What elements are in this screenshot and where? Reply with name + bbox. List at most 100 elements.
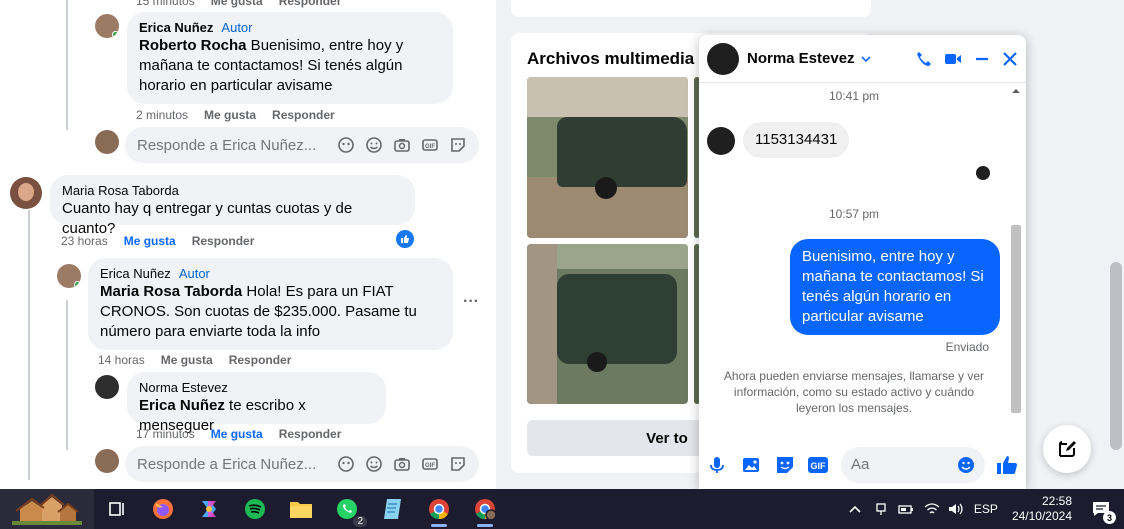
online-dot xyxy=(74,281,81,288)
photo-attach-icon[interactable] xyxy=(741,455,761,475)
gif-icon[interactable]: GIF xyxy=(807,455,829,475)
comment-author[interactable]: Maria Rosa Taborda xyxy=(62,183,179,199)
avatar-sticker-icon[interactable] xyxy=(336,136,355,155)
message-input[interactable] xyxy=(841,446,985,483)
camera-icon[interactable] xyxy=(392,455,411,474)
emoji-icon[interactable] xyxy=(364,136,383,155)
sticker-icon[interactable] xyxy=(448,455,467,474)
start-button[interactable] xyxy=(0,489,94,529)
like-link[interactable]: Me gusta xyxy=(161,353,213,367)
comment-bubble: Erica Nuñez Autor Maria Rosa Taborda Hola… xyxy=(88,258,453,350)
emoji-icon[interactable] xyxy=(957,456,975,474)
online-dot xyxy=(112,31,119,38)
reply-input[interactable] xyxy=(137,136,327,154)
like-link[interactable]: Me gusta xyxy=(211,0,263,8)
avatar[interactable] xyxy=(95,375,119,399)
reply-input[interactable] xyxy=(137,455,327,473)
emoji-icon[interactable] xyxy=(364,455,383,474)
mention-link[interactable]: Erica Nuñez xyxy=(139,397,225,414)
reply-link[interactable]: Responder xyxy=(192,234,255,248)
chat-scrollbar-thumb[interactable] xyxy=(1011,225,1021,413)
reply-link[interactable]: Responder xyxy=(272,108,335,122)
like-link[interactable]: Me gusta xyxy=(204,108,256,122)
chat-message-list[interactable]: 10:41 pm 1153134431 10:57 pm Buenisimo, … xyxy=(699,83,1026,440)
incoming-message[interactable]: 1153134431 xyxy=(743,122,850,158)
avatar[interactable] xyxy=(95,14,119,38)
message-text-field[interactable] xyxy=(851,456,947,473)
reply-box[interactable]: GIF xyxy=(125,127,479,163)
page-scrollbar[interactable] xyxy=(1108,0,1124,489)
comment-author[interactable]: Norma Estevez xyxy=(139,380,228,396)
notepad-taskbar-app[interactable] xyxy=(375,491,411,527)
firefox-icon xyxy=(153,499,173,519)
sticker-icon[interactable] xyxy=(448,136,467,155)
view-all-button[interactable]: Ver to xyxy=(527,420,707,456)
clock-time: 22:58 xyxy=(1041,494,1072,508)
scroll-up-icon[interactable] xyxy=(1009,86,1023,96)
battery-icon[interactable] xyxy=(898,502,914,516)
reply-link[interactable]: Responder xyxy=(279,427,342,441)
microphone-icon[interactable] xyxy=(707,455,727,475)
like-link[interactable]: Me gusta xyxy=(211,427,263,441)
firefox-taskbar-app[interactable] xyxy=(145,491,181,527)
chevron-up-icon[interactable] xyxy=(848,502,862,516)
more-options-icon[interactable]: ··· xyxy=(463,293,479,311)
outgoing-message[interactable]: Buenisimo, entre hoy y mañana te contact… xyxy=(790,239,1000,335)
task-view-button[interactable] xyxy=(99,491,135,527)
reply-link[interactable]: Responder xyxy=(229,353,292,367)
comment-time: 2 minutos xyxy=(136,108,189,122)
page-scrollbar-thumb[interactable] xyxy=(1110,262,1122,450)
system-tray: ESP 22:58 24/10/2024 3 xyxy=(848,489,1124,529)
chrome-taskbar-app[interactable] xyxy=(421,491,457,527)
volume-icon[interactable] xyxy=(948,502,964,516)
compose-icon xyxy=(1059,441,1076,457)
mention-link[interactable]: Roberto Rocha xyxy=(139,37,247,54)
comment-author[interactable]: Erica Nuñez xyxy=(100,266,171,282)
reply-box[interactable]: GIF xyxy=(125,446,479,482)
notification-count-badge: 3 xyxy=(1103,511,1116,524)
author-badge: Autor xyxy=(221,20,253,35)
clock[interactable]: 22:58 24/10/2024 xyxy=(1012,494,1072,524)
avatar xyxy=(95,449,119,473)
author-badge: Autor xyxy=(178,266,210,281)
new-message-button[interactable] xyxy=(1043,425,1091,473)
chrome-icon xyxy=(429,499,449,520)
chat-avatar[interactable] xyxy=(707,42,739,75)
spotify-taskbar-app[interactable] xyxy=(237,491,273,527)
comment-actions: 23 horas Me gusta Responder xyxy=(61,234,254,248)
comment-time: 14 horas xyxy=(98,353,145,367)
chat-header: Norma Estevez xyxy=(699,35,1026,83)
copilot-icon xyxy=(202,501,216,517)
usb-device-icon[interactable] xyxy=(874,502,888,516)
close-icon[interactable] xyxy=(1002,51,1018,67)
avatar[interactable] xyxy=(10,177,42,209)
mention-link[interactable]: Maria Rosa Taborda xyxy=(100,283,242,300)
file-explorer-taskbar-app[interactable] xyxy=(283,491,319,527)
comment-author[interactable]: Erica Nuñez xyxy=(139,20,213,36)
phone-call-icon[interactable] xyxy=(916,51,932,67)
copilot-taskbar-app[interactable] xyxy=(191,491,227,527)
video-call-icon[interactable] xyxy=(944,51,962,67)
comment-actions: 14 horas Me gusta Responder xyxy=(98,353,291,367)
media-photo[interactable] xyxy=(527,244,688,404)
like-link[interactable]: Me gusta xyxy=(124,234,176,248)
gif-icon[interactable]: GIF xyxy=(420,455,439,474)
reply-link[interactable]: Responder xyxy=(279,0,342,8)
chat-title[interactable]: Norma Estevez xyxy=(747,50,871,67)
camera-icon[interactable] xyxy=(392,136,411,155)
chrome-profile-taskbar-app[interactable] xyxy=(467,491,503,527)
notifications-button[interactable]: 3 xyxy=(1086,494,1116,524)
avatar-sticker-icon[interactable] xyxy=(336,455,355,474)
input-language[interactable]: ESP xyxy=(974,502,998,516)
minimize-icon[interactable] xyxy=(974,51,990,67)
like-reaction-icon[interactable] xyxy=(396,230,414,248)
thumbs-up-icon[interactable] xyxy=(996,454,1018,476)
gif-icon[interactable]: GIF xyxy=(420,136,439,155)
chat-scrollbar[interactable] xyxy=(1009,83,1023,420)
whatsapp-taskbar-app[interactable]: 2 xyxy=(329,491,367,527)
wifi-icon[interactable] xyxy=(924,502,940,516)
sticker-icon[interactable] xyxy=(775,455,795,475)
media-photo[interactable] xyxy=(527,77,688,238)
avatar xyxy=(95,130,119,154)
avatar[interactable] xyxy=(57,264,81,288)
